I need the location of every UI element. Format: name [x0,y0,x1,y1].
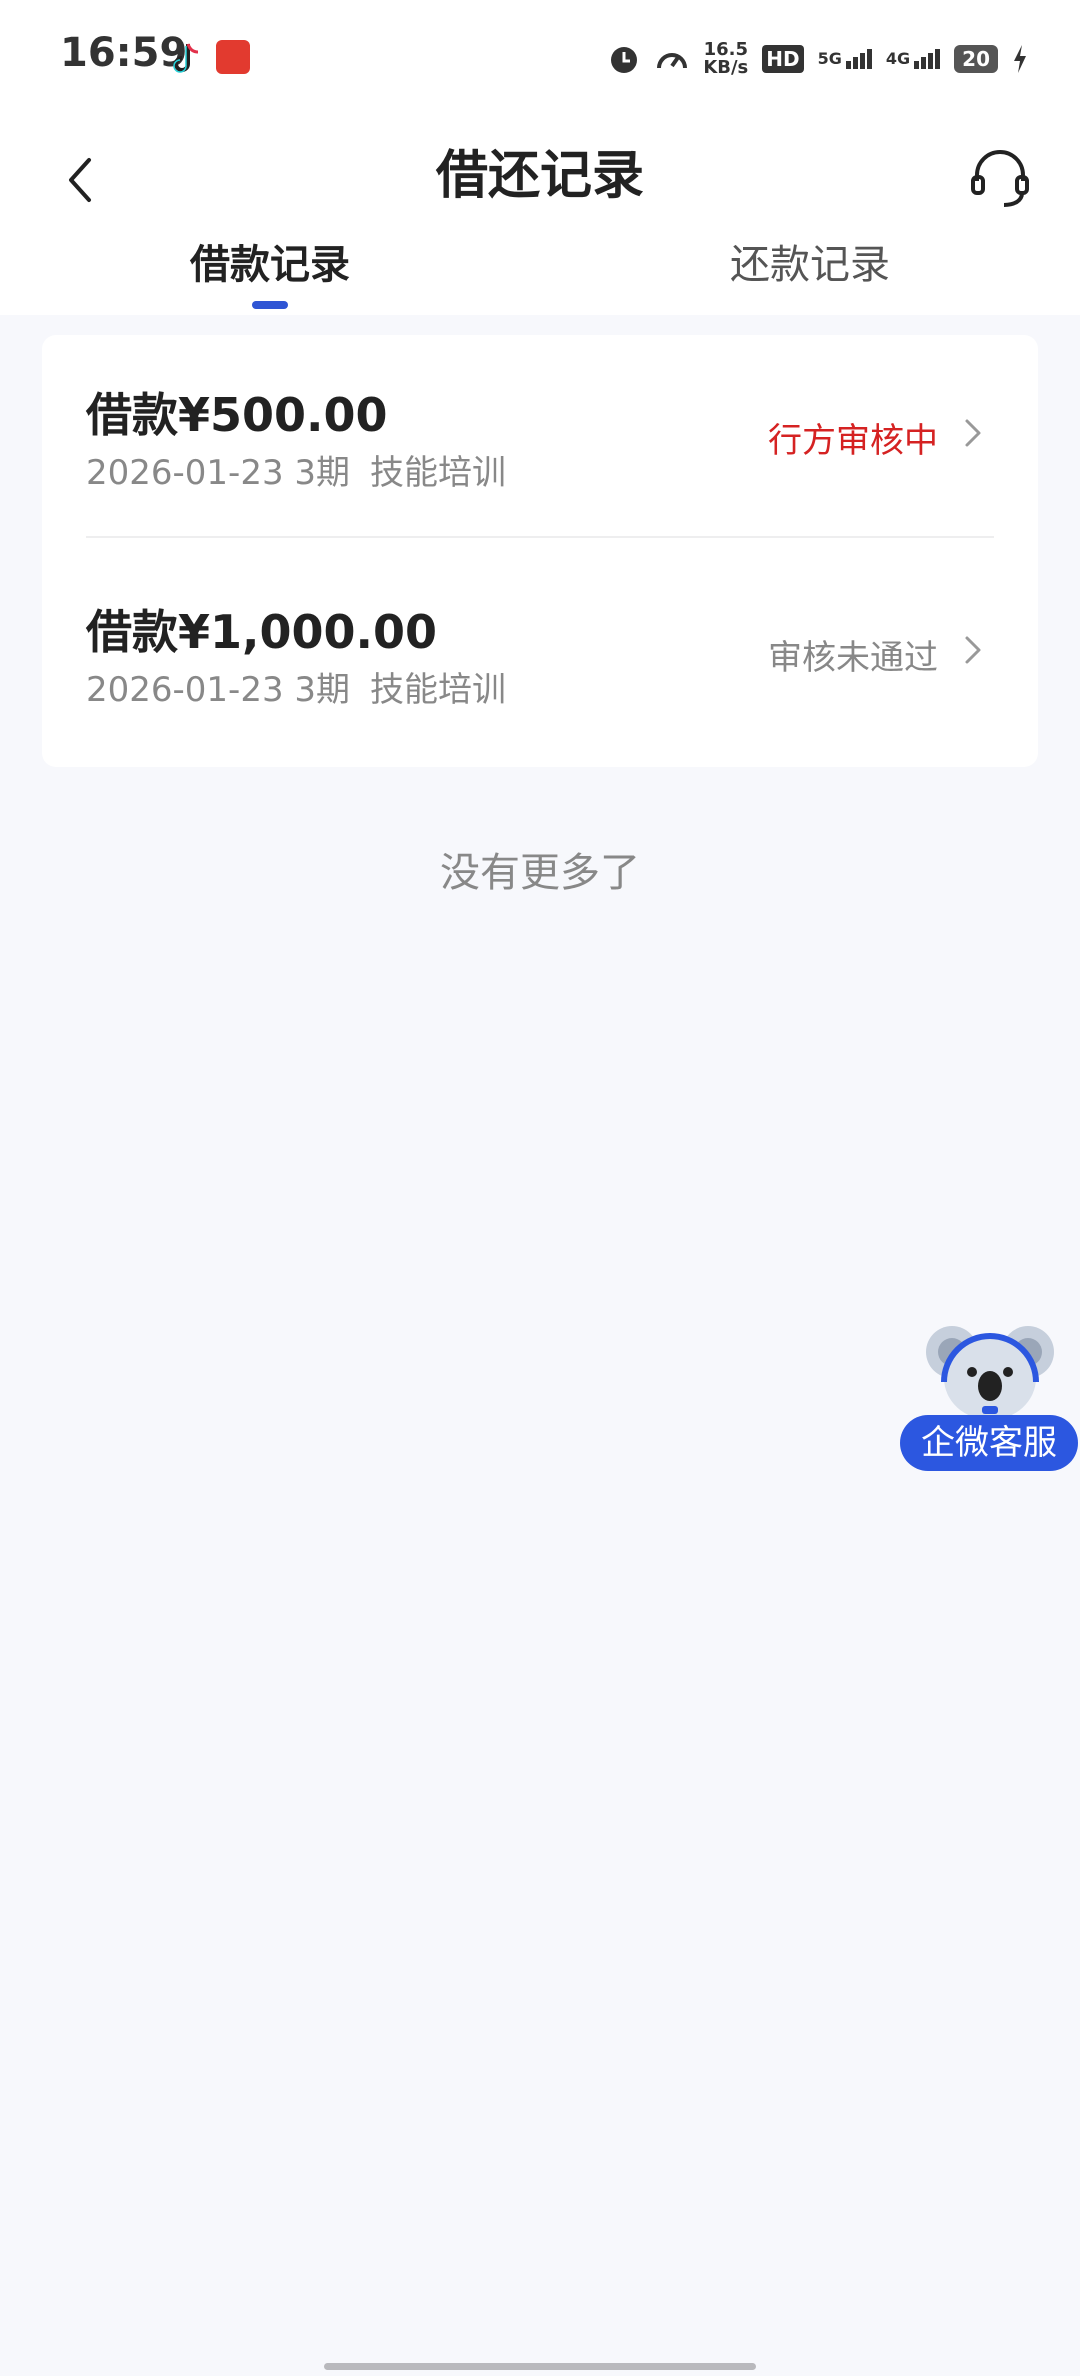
page-title: 借还记录 [435,146,644,206]
signal-bar [859,53,865,69]
loan-term: 3期 [294,453,351,493]
chevron-right-icon [958,413,988,453]
signal-bar [921,57,927,69]
battery-level: 20 [954,45,998,73]
signal-bar [935,49,941,69]
hd-badge: HD [762,45,804,73]
loan-term: 3期 [294,670,351,710]
headset-icon [971,150,1029,207]
news-app-icon [216,40,250,74]
loan-date: 2026-01-23 [86,453,284,493]
customer-service-button[interactable] [960,133,1040,223]
signal-bar [845,61,851,69]
loan-meta: 2026-01-23 3期 技能培训 [86,445,506,494]
header: 借还记录 借款记录 还款记录 [0,115,1080,315]
sim2-label: 4G [885,49,911,68]
tab-repay-records[interactable]: 还款记录 [540,235,1080,315]
sim2-signal: 4G [885,49,941,69]
page: 16:59 16.5 KB/s HD 5G 4G 20 借还记录 借款记录 还款… [0,0,1080,2376]
chevron-right-icon [958,630,988,670]
status-bar: 16:59 16.5 KB/s HD 5G 4G 20 [0,0,1080,115]
list-end-text: 没有更多了 [440,850,640,896]
signal-bar [852,57,858,69]
active-tab-indicator [252,301,288,309]
koala-mascot-icon [926,1326,1054,1420]
alarm-icon [611,47,638,73]
signal-bar [866,49,872,69]
loan-meta: 2026-01-23 3期 技能培训 [86,662,506,711]
status-badge: 审核未通过 [768,638,938,678]
signal-bar [914,61,920,69]
status-badge: 行方审核中 [768,421,938,461]
loan-amount: 借款¥500.00 [86,388,388,442]
loan-purpose: 技能培训 [370,453,507,493]
loan-purpose: 技能培训 [370,670,507,710]
wecom-service-label: 企微客服 [900,1415,1078,1471]
wecom-service-button[interactable]: 企微客服 [900,1320,1080,1475]
list-item[interactable]: 借款¥1,000.00 2026-01-23 3期 技能培训 审核未通过 [42,552,1038,767]
sim1-signal: 5G [818,49,872,69]
list-item[interactable]: 借款¥500.00 2026-01-23 3期 技能培训 行方审核中 [42,335,1038,550]
charging-icon [1014,45,1026,73]
loan-amount: 借款¥1,000.00 [86,605,437,659]
net-speed-unit: KB/s [703,57,749,78]
status-icons: 16.5 KB/s HD 5G 4G 20 [607,34,1028,84]
loan-date: 2026-01-23 [86,670,284,710]
tiktok-icon [173,43,199,73]
home-indicator[interactable] [324,2363,756,2370]
divider [86,536,994,538]
status-time: 16:59 [60,30,188,76]
signal-bar [928,53,934,69]
net-speed: 16.5 KB/s [703,41,748,77]
record-tabs: 借款记录 还款记录 [0,235,1080,315]
speedometer-icon [657,53,688,69]
sim1-label: 5G [817,49,842,68]
records-card: 借款¥500.00 2026-01-23 3期 技能培训 行方审核中 借款¥1,0… [42,335,1038,767]
